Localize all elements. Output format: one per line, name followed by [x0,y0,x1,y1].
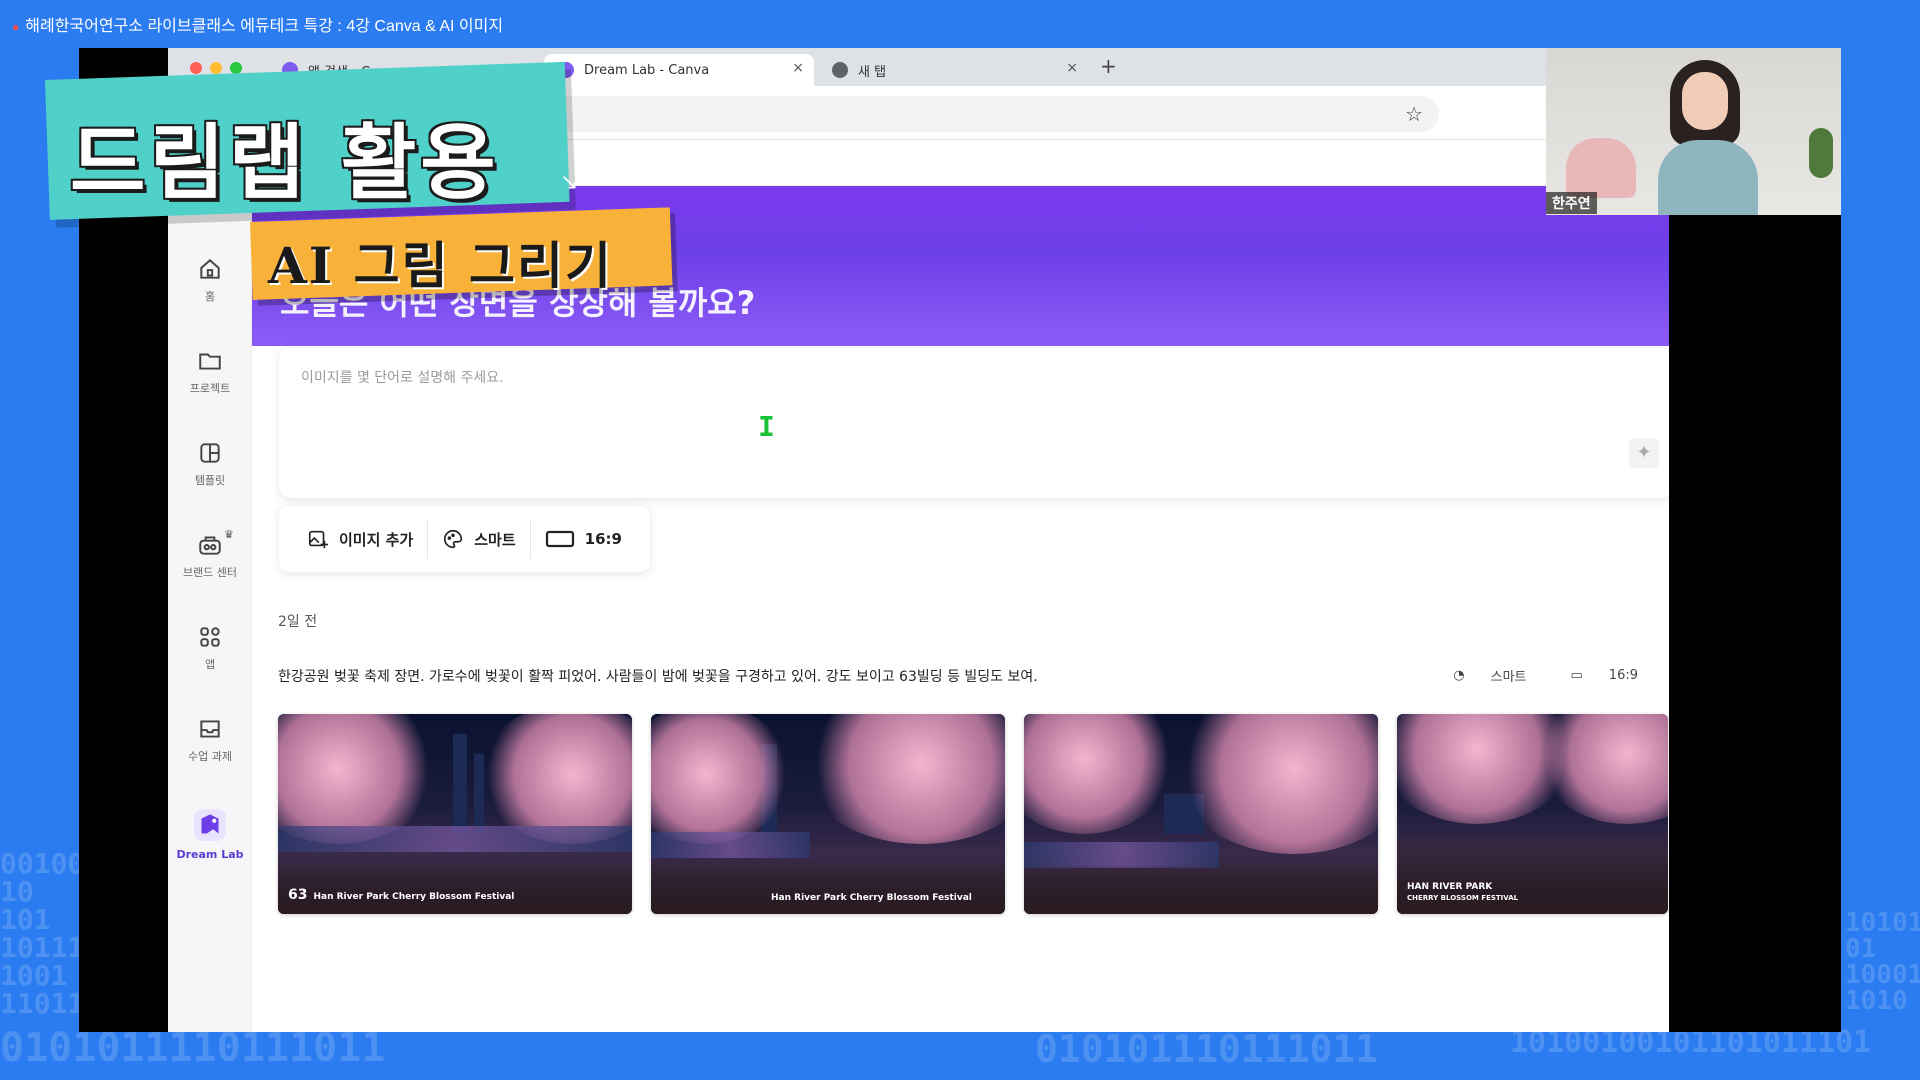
plant-shape [1809,128,1833,178]
image-caption: Han River Park Cherry Blossom Festival [771,893,972,904]
generated-image[interactable] [1024,714,1378,914]
history-date: 2일 전 [278,614,318,630]
side-nav: 홈 프로젝트 템플릿 ♛ 브랜드 센터 앱 수업 과제 Dream Lab [168,186,252,1032]
tab-dream-lab[interactable]: Dream Lab - Canva × [544,54,814,86]
history-tags: ◔ 스마트 ▭ 16:9 [1409,666,1638,685]
image-caption-main: HAN RIVER PARK [1407,882,1493,893]
generated-image[interactable]: 63 Han River Park Cherry Blossom Festival [278,714,632,914]
crowd-shape [1024,866,1378,914]
building-shape [453,734,467,834]
palette-icon: ◔ [1453,668,1465,683]
sidebar-item-label: 앱 [204,658,216,671]
river-shape [651,832,811,858]
close-tab-icon[interactable]: × [1066,60,1078,76]
image-caption-main: Han River Park Cherry Blossom Festival [771,893,972,904]
tab-label: 새 탭 [858,64,887,80]
style-button[interactable]: 스마트 [427,519,529,559]
new-tab-icon[interactable]: + [1100,54,1117,78]
sparkle-icon[interactable]: ✦ [1629,438,1659,468]
bookmark-star-icon[interactable]: ☆ [1405,102,1423,126]
folder-icon [199,353,221,370]
template-icon [200,443,220,463]
text-cursor-icon: I [758,410,775,443]
video-title: ● 해례한국어연구소 라이브클래스 에듀테크 특강 : 4강 Canva & AI… [12,18,504,35]
aspect-ratio-label: 16:9 [584,530,622,548]
sidebar-item-label: Dream Lab [176,848,244,861]
image-caption-main: Han River Park Cherry Blossom Festival [313,892,515,903]
chrome-icon [832,62,848,78]
binary-decoration: 0101011110111011 [0,1025,386,1071]
history-ratio-label: 16:9 [1608,668,1638,683]
sidebar-item-apps[interactable]: 앱 [168,624,252,672]
history-prompt[interactable]: 한강공원 벚꽃 축제 장면. 가로수에 벚꽃이 활짝 피었어. 사람들이 밤에 … [278,666,1038,686]
style-label: 스마트 [474,530,516,549]
binary-decoration: 10101 01 10001 1010 [1845,908,1920,1016]
image-caption: HAN RIVER PARK CHERRY BLOSSOM FESTIVAL [1407,882,1518,904]
record-icon: ● [12,20,20,34]
aspect-ratio-button[interactable]: 16:9 [529,519,636,559]
history-entry: 한강공원 벚꽃 축제 장면. 가로수에 벚꽃이 활짝 피었어. 사람들이 밤에 … [278,666,1668,690]
add-image-button[interactable]: 이미지 추가 [293,519,427,559]
presenter [1658,60,1758,215]
presenter-body [1658,140,1758,215]
sidebar-item-label: 홈 [204,290,216,303]
image-caption: 63 Han River Park Cherry Blossom Festival [288,887,514,904]
prompt-box[interactable]: ✦ [279,348,1669,498]
binary-decoration: 10100100101101011101 [1510,1025,1872,1060]
palette-icon [444,529,463,549]
generated-image[interactable]: HAN RIVER PARK CHERRY BLOSSOM FESTIVAL [1397,714,1668,914]
prompt-options: 이미지 추가 스마트 16:9 [279,506,650,572]
close-tab-icon[interactable]: × [792,60,804,76]
sidebar-item-brand-center[interactable]: ♛ 브랜드 센터 [168,528,252,580]
sidebar-item-projects[interactable]: 프로젝트 [168,348,252,396]
add-image-label: 이미지 추가 [339,530,414,549]
dream-lab-icon [194,809,226,841]
home-icon [200,259,220,279]
webcam-feed: 한주연 [1546,48,1841,215]
sidebar-item-label: 프로젝트 [189,382,231,395]
brand-icon [199,536,221,555]
inbox-icon [200,720,220,738]
history-style-label: 스마트 [1490,670,1527,685]
sidebar-item-home[interactable]: 홈 [168,256,252,304]
prompt-input[interactable] [301,370,1601,386]
presenter-name: 한주연 [1546,192,1597,214]
binary-decoration: 010101110111011 [1035,1027,1379,1071]
close-window-button[interactable] [190,62,202,74]
overlay-subtitle: AI 그림 그리기 [268,236,613,295]
river-shape [278,826,632,852]
canva-dream-lab: 홈 프로젝트 템플릿 ♛ 브랜드 센터 앱 수업 과제 Dream Lab 오늘… [168,186,1669,1032]
tab-new[interactable]: 새 탭 × [818,54,1088,86]
tab-label: Dream Lab - Canva [584,62,710,78]
image-caption-sub: CHERRY BLOSSOM FESTIVAL [1407,894,1519,903]
overlay-title: 드림랩 활용 [70,116,500,211]
crown-icon: ♛ [224,528,234,541]
apps-icon [200,627,220,647]
add-image-icon [308,530,329,549]
history-style-tag: ◔ 스마트 [1431,666,1526,685]
minimize-window-button[interactable] [210,62,222,74]
sidebar-item-label: 수업 과제 [188,750,232,763]
sidebar-item-templates[interactable]: 템플릿 [168,440,252,488]
sidebar-item-label: 브랜드 센터 [182,566,238,579]
history-ratio-tag: ▭ 16:9 [1549,666,1639,685]
aspect-ratio-icon [545,530,574,548]
generated-image[interactable]: Han River Park Cherry Blossom Festival [651,714,1005,914]
image-badge: 63 [288,887,308,904]
crowd-shape [651,866,1005,914]
image-gallery: 63 Han River Park Cherry Blossom Festival… [278,714,1669,914]
river-shape [1024,842,1219,868]
presenter-face [1682,72,1728,130]
sidebar-item-assignments[interactable]: 수업 과제 [168,716,252,764]
aspect-ratio-icon: ▭ [1570,668,1583,683]
sidebar-item-label: 템플릿 [194,474,226,487]
chair-shape [1566,138,1636,198]
sidebar-item-dream-lab[interactable]: Dream Lab [168,808,252,861]
arrow-icon: ↘ [560,170,579,195]
